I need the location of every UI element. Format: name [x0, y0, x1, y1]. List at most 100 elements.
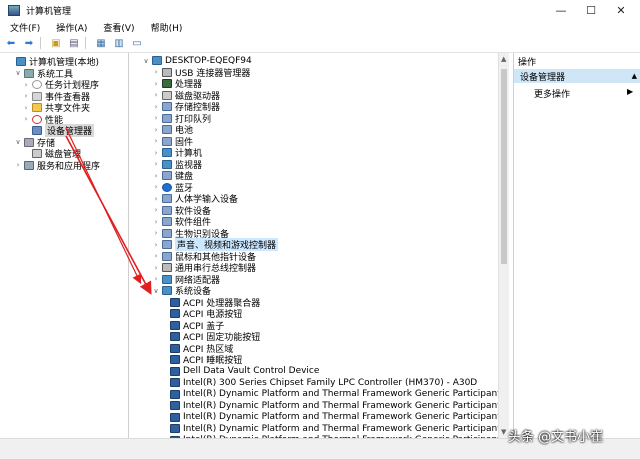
expand-chevron-icon[interactable]: ›	[152, 160, 160, 168]
more-actions-link[interactable]: 更多操作	[534, 87, 570, 100]
scroll-up-icon[interactable]: ▲	[501, 55, 506, 63]
expand-chevron-icon[interactable]: ›	[152, 68, 160, 76]
device-chip-icon	[170, 367, 180, 376]
close-button[interactable]: ✕	[606, 0, 636, 20]
system-device-item[interactable]: Intel(R) Dynamic Platform and Thermal Fr…	[168, 389, 501, 401]
expand-chevron-icon[interactable]: ›	[22, 115, 30, 123]
system-device-label: Intel(R) Dynamic Platform and Thermal Fr…	[183, 424, 501, 434]
properties-icon[interactable]: ▦	[94, 37, 108, 49]
scrollbar-thumb[interactable]	[501, 69, 507, 264]
computer-icon	[162, 275, 172, 284]
toolbar-separator	[40, 37, 41, 49]
minimize-button[interactable]: —	[546, 0, 576, 20]
submenu-arrow-icon: ▶	[627, 87, 633, 96]
device-chip-icon	[170, 344, 180, 353]
dev-icon	[162, 229, 172, 238]
collapse-chevron-icon[interactable]: ∨	[142, 57, 150, 65]
system-device-item[interactable]: Dell Data Vault Control Device	[168, 366, 319, 378]
expand-chevron-icon[interactable]: ›	[152, 149, 160, 157]
tree-item-label: 服务和应用程序	[37, 159, 100, 172]
monitor-icon[interactable]: ▭	[130, 37, 144, 49]
tree-item[interactable]: › 服务和应用程序	[14, 160, 100, 172]
expand-chevron-icon[interactable]: ›	[152, 241, 160, 249]
menu-help[interactable]: 帮助(H)	[151, 21, 183, 34]
actions-pane: 操作 设备管理器 ▲ 更多操作 ▶	[513, 53, 640, 438]
device-chip-icon	[170, 355, 180, 364]
console-tree: 计算机管理(本地)∨系统工具›任务计划程序›事件查看器›共享文件夹›性能设备管理…	[0, 53, 129, 438]
system-device-item[interactable]: Intel(R) Dynamic Platform and Thermal Fr…	[168, 400, 501, 412]
collapse-chevron-icon[interactable]: ∨	[152, 287, 160, 295]
device-chip-icon	[170, 332, 180, 341]
show-hide-tree-icon[interactable]: ▤	[67, 37, 81, 49]
system-device-item[interactable]: Intel(R) 300 Series Chipset Family LPC C…	[168, 377, 477, 389]
collapse-up-icon[interactable]: ▲	[632, 72, 637, 80]
expand-chevron-icon[interactable]: ›	[152, 264, 160, 272]
dev-icon	[162, 252, 172, 261]
expand-chevron-icon[interactable]: ∨	[14, 138, 22, 146]
maximize-button[interactable]: ☐	[576, 0, 606, 20]
expand-chevron-icon[interactable]: ›	[22, 104, 30, 112]
actions-section-device-manager[interactable]: 设备管理器 ▲	[514, 69, 640, 83]
expand-chevron-icon[interactable]: ›	[152, 206, 160, 214]
up-folder-icon[interactable]: ▣	[49, 37, 63, 49]
expand-chevron-icon[interactable]: ›	[152, 275, 160, 283]
cpu-icon	[162, 79, 172, 88]
device-root-label: DESKTOP-EQEQF94	[165, 56, 252, 66]
disk-icon	[162, 91, 172, 100]
system-device-item[interactable]: Intel(R) Dynamic Platform and Thermal Fr…	[168, 423, 501, 435]
menu-action[interactable]: 操作(A)	[56, 21, 87, 34]
device-chip-icon	[170, 401, 180, 410]
expand-chevron-icon[interactable]: ›	[22, 81, 30, 89]
device-tree-scrollbar[interactable]: ▲ ▼	[498, 53, 509, 438]
device-tree: ∨ DESKTOP-EQEQF94 ›USB 连接器管理器›处理器›磁盘驱动器›…	[134, 53, 498, 438]
device-chip-icon	[170, 321, 180, 330]
system-device-label: Intel(R) Dynamic Platform and Thermal Fr…	[183, 412, 501, 422]
menu-view[interactable]: 查看(V)	[103, 21, 134, 34]
device-chip-icon	[170, 309, 180, 318]
toolbar-separator	[85, 37, 86, 49]
system-device-label: Intel(R) Dynamic Platform and Thermal Fr…	[183, 401, 501, 411]
usb-icon	[162, 68, 172, 77]
dev-icon	[162, 206, 172, 215]
expand-chevron-icon[interactable]: ›	[152, 103, 160, 111]
expand-chevron-icon[interactable]: ›	[152, 80, 160, 88]
expand-chevron-icon[interactable]: ›	[152, 229, 160, 237]
forward-arrow-icon[interactable]: ➡	[22, 37, 36, 49]
expand-chevron-icon[interactable]: ›	[152, 126, 160, 134]
help-icon[interactable]: ▥	[112, 37, 126, 49]
scroll-down-icon[interactable]: ▼	[501, 428, 506, 436]
system-device-item[interactable]: Intel(R) Dynamic Platform and Thermal Fr…	[168, 412, 501, 424]
dev-icon	[162, 102, 172, 111]
computer-icon	[162, 160, 172, 169]
disk-icon	[32, 149, 42, 158]
window-title: 计算机管理	[26, 4, 71, 17]
expand-chevron-icon[interactable]: ›	[152, 218, 160, 226]
computer-icon	[152, 56, 162, 65]
device-chip-icon	[170, 298, 180, 307]
expand-chevron-icon[interactable]: ›	[152, 114, 160, 122]
system-device-label: Dell Data Vault Control Device	[183, 366, 319, 376]
expand-chevron-icon[interactable]: ›	[14, 161, 22, 169]
expand-chevron-icon[interactable]: ›	[152, 195, 160, 203]
expand-chevron-icon[interactable]: ›	[152, 183, 160, 191]
storage-icon	[24, 138, 34, 147]
dev-icon	[162, 240, 172, 249]
computer-management-icon	[8, 5, 20, 16]
menu-file[interactable]: 文件(F)	[10, 21, 40, 34]
folder-icon	[32, 103, 42, 112]
computer-icon	[162, 286, 172, 295]
expand-chevron-icon[interactable]: ›	[152, 137, 160, 145]
dev-icon	[162, 194, 172, 203]
dev-icon	[162, 114, 172, 123]
device-chip-icon	[170, 378, 180, 387]
expand-chevron-icon[interactable]: ›	[152, 91, 160, 99]
perf-icon	[32, 115, 42, 124]
dev-icon	[162, 137, 172, 146]
tree-item[interactable]: 设备管理器	[22, 125, 94, 137]
expand-chevron-icon[interactable]: ∨	[14, 69, 22, 77]
expand-chevron-icon[interactable]: ›	[152, 172, 160, 180]
back-arrow-icon[interactable]: ⬅	[4, 37, 18, 49]
expand-chevron-icon[interactable]: ›	[22, 92, 30, 100]
expand-chevron-icon[interactable]: ›	[152, 252, 160, 260]
system-device-item[interactable]: ACPI 睡眠按钮	[168, 354, 242, 366]
